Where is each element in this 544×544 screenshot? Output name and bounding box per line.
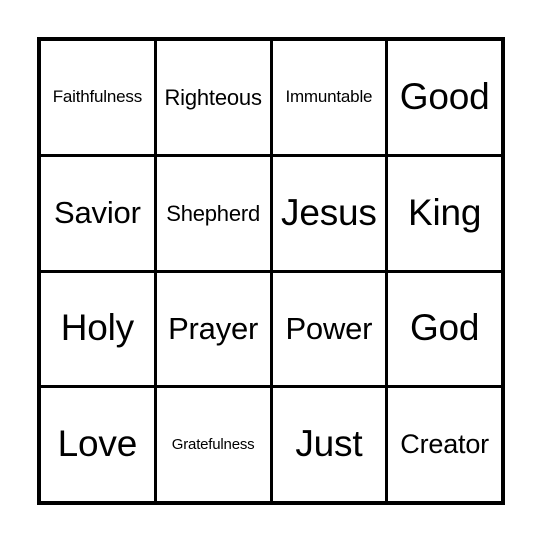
bingo-cell-label: Prayer (168, 310, 259, 346)
bingo-grid: Faithfulness Righteous Immuntable Good S… (41, 41, 501, 501)
bingo-cell-label: Shepherd (166, 200, 261, 226)
bingo-cell-label: Savior (54, 194, 141, 230)
bingo-cell-label: King (407, 191, 482, 233)
bingo-cell-label: Power (285, 310, 373, 346)
bingo-cell-label: God (409, 307, 480, 349)
bingo-cell[interactable]: Prayer (156, 272, 270, 386)
bingo-cell-label: Love (57, 423, 138, 465)
bingo-cell[interactable]: God (388, 272, 501, 386)
bingo-cell[interactable]: Shepherd (156, 156, 270, 270)
bingo-cell[interactable]: Jesus (272, 156, 386, 270)
bingo-cell-label: Faithfulness (52, 87, 142, 107)
bingo-cell[interactable]: Gratefulness (156, 388, 270, 501)
bingo-cell-label: Good (399, 75, 490, 117)
bingo-cell-label: Creator (400, 429, 489, 460)
bingo-cell[interactable]: Savior (41, 156, 154, 270)
bingo-cell-label: Holy (60, 307, 134, 349)
bingo-cell-label: Jesus (281, 191, 377, 233)
bingo-cell[interactable]: Just (272, 388, 386, 501)
bingo-cell-label: Righteous (164, 84, 262, 110)
bingo-cell[interactable]: Good (388, 41, 501, 154)
bingo-cell[interactable]: Immuntable (272, 41, 386, 154)
bingo-cell[interactable]: Righteous (156, 41, 270, 154)
bingo-cell-label: Gratefulness (171, 435, 255, 453)
bingo-cell-label: Just (295, 423, 363, 465)
bingo-cell[interactable]: King (388, 156, 501, 270)
bingo-cell[interactable]: Love (41, 388, 154, 501)
bingo-cell[interactable]: Faithfulness (41, 41, 154, 154)
bingo-cell[interactable]: Holy (41, 272, 154, 386)
bingo-cell[interactable]: Power (272, 272, 386, 386)
bingo-card: Faithfulness Righteous Immuntable Good S… (37, 37, 505, 505)
bingo-cell[interactable]: Creator (388, 388, 501, 501)
bingo-cell-label: Immuntable (285, 87, 373, 107)
